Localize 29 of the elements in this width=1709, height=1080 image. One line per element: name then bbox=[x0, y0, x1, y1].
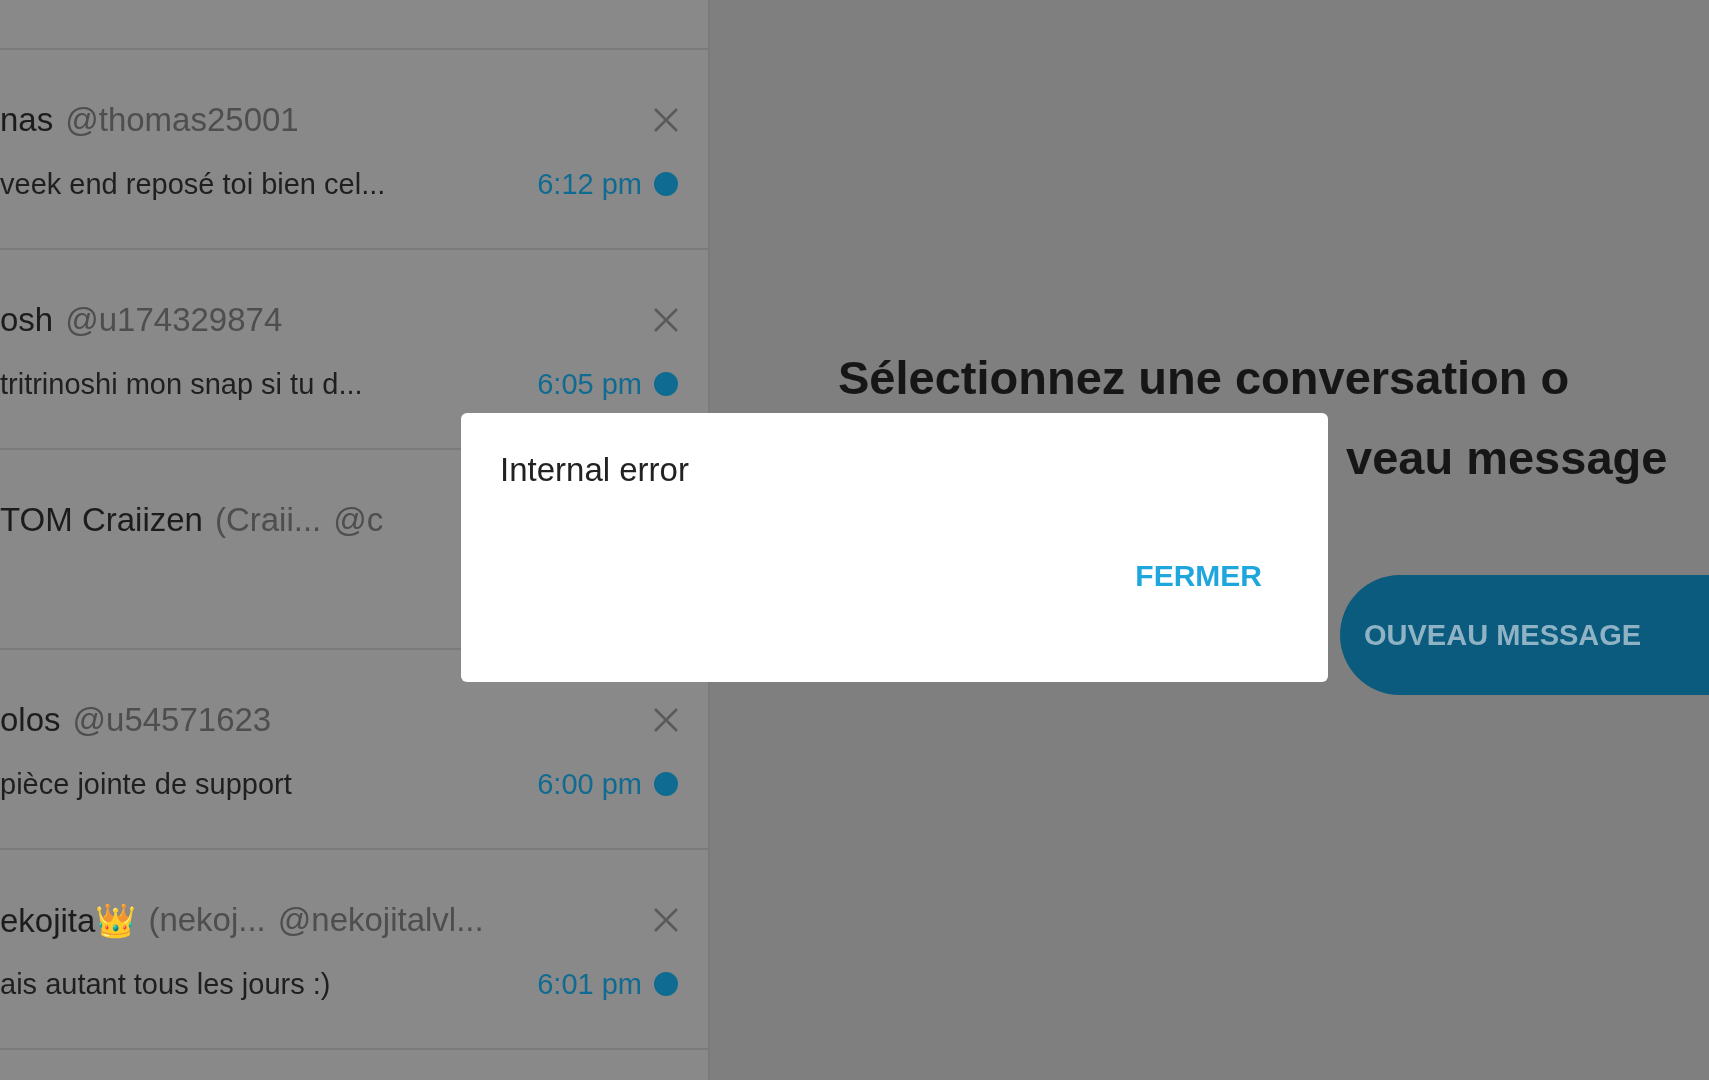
new-message-button[interactable]: OUVEAU MESSAGE bbox=[1340, 575, 1709, 695]
username: @thomas25001 bbox=[65, 101, 299, 139]
username: @u54571623 bbox=[72, 701, 272, 739]
message-time: 6:01 pm bbox=[537, 967, 642, 1001]
contact-name: olos bbox=[0, 701, 61, 739]
close-icon[interactable] bbox=[653, 907, 679, 933]
message-preview: tritrinoshi mon snap si tu d... bbox=[0, 367, 364, 401]
contact-name: ekojita👑 bbox=[0, 900, 137, 940]
message-time: 6:05 pm bbox=[537, 367, 642, 401]
contact-name: osh bbox=[0, 301, 54, 339]
username: @u174329874 bbox=[65, 301, 283, 339]
heading-text: Sélectionnez une conversation o bbox=[838, 350, 1571, 406]
contact-name: TOM Craiizen bbox=[0, 501, 203, 539]
username: @c bbox=[333, 501, 384, 539]
close-button[interactable]: FERMER bbox=[1131, 553, 1266, 599]
message-preview: veek end reposé toi bien cel... bbox=[0, 167, 387, 201]
message-time: 6:00 pm bbox=[537, 767, 642, 801]
contact-name: nas bbox=[0, 101, 54, 139]
close-icon[interactable] bbox=[653, 307, 679, 333]
display-name: (Craii... bbox=[214, 501, 322, 539]
message-preview: ais autant tous les jours :) bbox=[0, 967, 332, 1001]
close-icon[interactable] bbox=[653, 107, 679, 133]
message-time: 6:12 pm bbox=[537, 167, 642, 201]
username: @nekojitalvl... bbox=[277, 901, 484, 939]
dialog-message: Internal error bbox=[500, 451, 690, 489]
close-icon[interactable] bbox=[653, 707, 679, 733]
heading-text: veau message bbox=[1346, 430, 1669, 486]
message-preview: pièce jointe de support bbox=[0, 767, 293, 801]
display-name: (nekoj... bbox=[148, 901, 266, 939]
